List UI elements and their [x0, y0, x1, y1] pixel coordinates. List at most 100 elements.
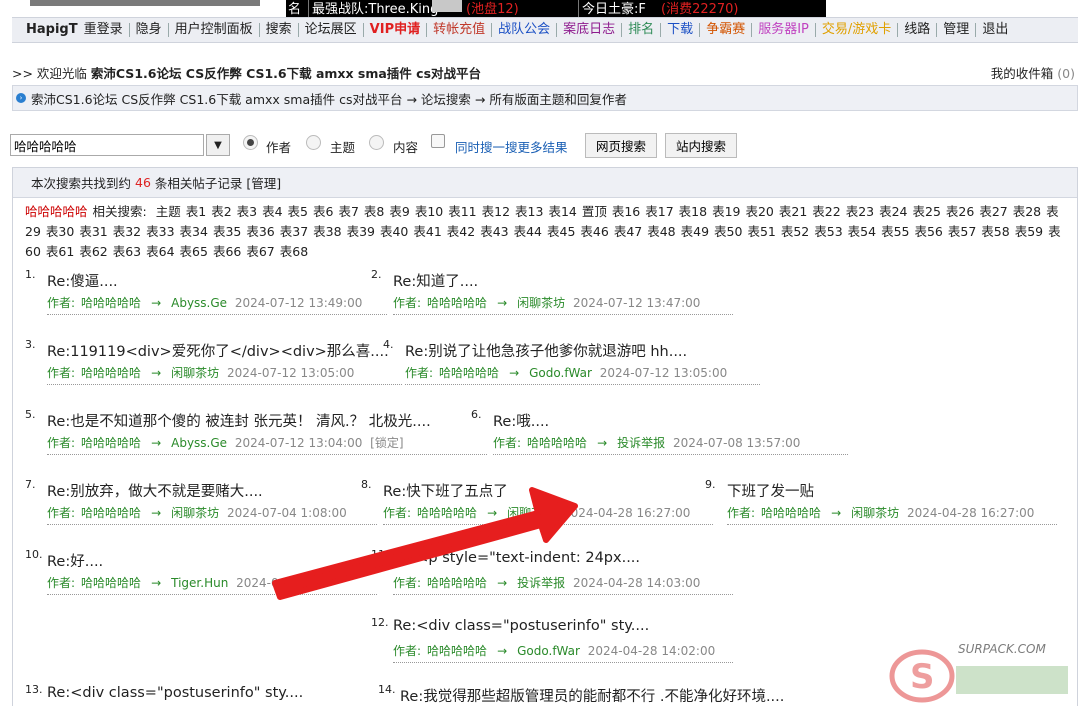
related-tag[interactable]: 表13 [515, 204, 543, 219]
author-link[interactable]: 哈哈哈哈哈 [81, 506, 141, 520]
nav-item-label[interactable]: 隐身 [136, 22, 162, 37]
board-link[interactable]: Godo.fWar [529, 366, 592, 380]
nav-item-0[interactable]: HapigT 重登录 [20, 23, 130, 37]
board-link[interactable]: 闲聊茶坊 [517, 296, 565, 310]
related-tag[interactable]: 表21 [779, 204, 807, 219]
summary-suffix[interactable]: 条相关帖子记录 [管理] [155, 173, 281, 192]
nav-item-label[interactable]: 退出 [982, 22, 1008, 37]
nav-item-7[interactable]: 战队公会 [492, 23, 558, 37]
strongest-team[interactable]: 最强战队:Three.King [312, 0, 438, 17]
related-tag[interactable]: 表4 [262, 204, 282, 219]
radio-subject[interactable] [306, 135, 321, 150]
nav-item-label[interactable]: HapigT [26, 22, 78, 37]
related-tag[interactable]: 表61 [46, 244, 74, 259]
related-tag[interactable]: 表59 [1015, 224, 1043, 239]
radio-content[interactable] [369, 135, 384, 150]
related-tag[interactable]: 表11 [448, 204, 476, 219]
nav-item-9[interactable]: 排名 [622, 22, 662, 37]
related-tag[interactable]: 表3 [237, 204, 257, 219]
board-link[interactable]: 投诉举报 [517, 576, 565, 590]
also-search-checkbox[interactable] [431, 134, 445, 148]
board-link[interactable]: 闲聊茶坊 [851, 506, 899, 520]
related-tag[interactable]: 表20 [745, 204, 773, 219]
today-master[interactable]: 今日土豪:F [582, 0, 646, 17]
board-link[interactable]: Godo.fWar [517, 644, 580, 658]
search-dropdown-button[interactable]: ▼ [206, 134, 230, 156]
board-link[interactable]: Abyss.Ge [171, 296, 227, 310]
related-tag[interactable]: 表41 [413, 224, 441, 239]
related-tag[interactable]: 表36 [246, 224, 274, 239]
related-tag[interactable]: 表45 [547, 224, 575, 239]
related-tag[interactable]: 表7 [338, 204, 358, 219]
result-title-link[interactable]: 下班了发一贴 [727, 480, 814, 501]
related-tag[interactable]: 表62 [79, 244, 107, 259]
nav-item-16[interactable]: 退出 [976, 23, 1014, 37]
nav-item-14[interactable]: 线路 [898, 22, 938, 37]
related-tag[interactable]: 表24 [879, 204, 907, 219]
author-link[interactable]: 哈哈哈哈哈 [81, 366, 141, 380]
nav-item-label[interactable]: 案底日志 [563, 22, 615, 37]
web-search-button[interactable]: 网页搜索 [585, 133, 657, 158]
nav-item-15[interactable]: 管理 [937, 23, 977, 37]
author-link[interactable]: 哈哈哈哈哈 [761, 506, 821, 520]
nav-item-label[interactable]: 争霸赛 [706, 22, 745, 37]
nav-item-8[interactable]: 案底日志 [557, 22, 623, 37]
related-tag[interactable]: 表39 [347, 224, 375, 239]
site-search-button[interactable]: 站内搜索 [665, 133, 737, 158]
related-tag[interactable]: 表23 [846, 204, 874, 219]
nav-item-label[interactable]: 用户控制面板 [175, 22, 253, 37]
related-tag[interactable]: 表2 [211, 204, 231, 219]
related-tag[interactable]: 表6 [313, 204, 333, 219]
nav-item-4[interactable]: 论坛展区 [299, 23, 364, 37]
related-tag[interactable]: 表10 [415, 204, 443, 219]
related-tag[interactable]: 表17 [645, 204, 673, 219]
author-link[interactable]: 哈哈哈哈哈 [81, 296, 141, 310]
related-tag[interactable]: 表14 [548, 204, 576, 219]
nav-item-label[interactable]: 线路 [904, 22, 930, 37]
related-tag[interactable]: 表46 [580, 224, 608, 239]
related-tag[interactable]: 表28 [1013, 204, 1041, 219]
related-keyword[interactable]: 哈哈哈哈哈 [25, 204, 88, 219]
related-tag[interactable]: 表44 [514, 224, 542, 239]
nav-item-6[interactable]: 转帐充值 [427, 23, 493, 37]
nav-item-label[interactable]: 搜索 [266, 22, 292, 37]
nav-item-11[interactable]: 争霸赛 [700, 22, 753, 37]
related-tag[interactable]: 表63 [113, 244, 141, 259]
related-tag[interactable]: 表66 [213, 244, 241, 259]
board-link[interactable]: 闲聊茶坊 [171, 506, 219, 520]
board-link[interactable]: 闲聊茶坊 [171, 366, 219, 380]
result-title-link[interactable]: Re:<p style="text-indent: 24px.... [393, 550, 640, 566]
nav-item-5[interactable]: VIP申请 [364, 23, 428, 37]
related-tag[interactable]: 表8 [364, 204, 384, 219]
search-input[interactable] [10, 134, 204, 156]
nav-item-12[interactable]: 服务器IP [752, 23, 816, 37]
nav-item-label[interactable]: 下载 [667, 22, 693, 37]
related-tag[interactable]: 表65 [180, 244, 208, 259]
nav-item-label[interactable]: 服务器IP [758, 22, 809, 37]
author-link[interactable]: 哈哈哈哈哈 [527, 436, 587, 450]
related-tag[interactable]: 表22 [812, 204, 840, 219]
related-tag[interactable]: 表67 [246, 244, 274, 259]
result-title-link[interactable]: Re:<div class="postuserinfo" sty.... [393, 618, 649, 634]
related-tag[interactable]: 表42 [447, 224, 475, 239]
relogin-link[interactable]: 重登录 [84, 22, 123, 37]
related-tag[interactable]: 表64 [146, 244, 174, 259]
related-tag[interactable]: 表52 [781, 224, 809, 239]
related-tag[interactable]: 表30 [46, 224, 74, 239]
result-title-link[interactable]: Re:我觉得那些超版管理员的能耐都不行 .不能净化好环境.... [400, 685, 784, 706]
related-tag[interactable]: 表27 [979, 204, 1007, 219]
author-link[interactable]: 哈哈哈哈哈 [417, 506, 477, 520]
related-tag[interactable]: 表55 [881, 224, 909, 239]
nav-item-label[interactable]: 排名 [628, 22, 654, 37]
related-tag[interactable]: 表5 [288, 204, 308, 219]
related-tag[interactable]: 表34 [180, 224, 208, 239]
related-tag[interactable]: 表56 [914, 224, 942, 239]
radio-author[interactable] [243, 135, 258, 150]
related-tag[interactable]: 表68 [280, 244, 308, 259]
result-title-link[interactable]: Re:别说了让他急孩子他爹你就退游吧 hh.... [405, 340, 687, 361]
board-link[interactable]: 闲聊茶坊 [507, 506, 555, 520]
nav-item-label[interactable]: 交易/游戏卡 [822, 22, 891, 37]
related-tag[interactable]: 表38 [313, 224, 341, 239]
also-search-label[interactable]: 同时搜一搜更多结果 [455, 137, 568, 156]
related-tag[interactable]: 主题 [156, 204, 181, 219]
